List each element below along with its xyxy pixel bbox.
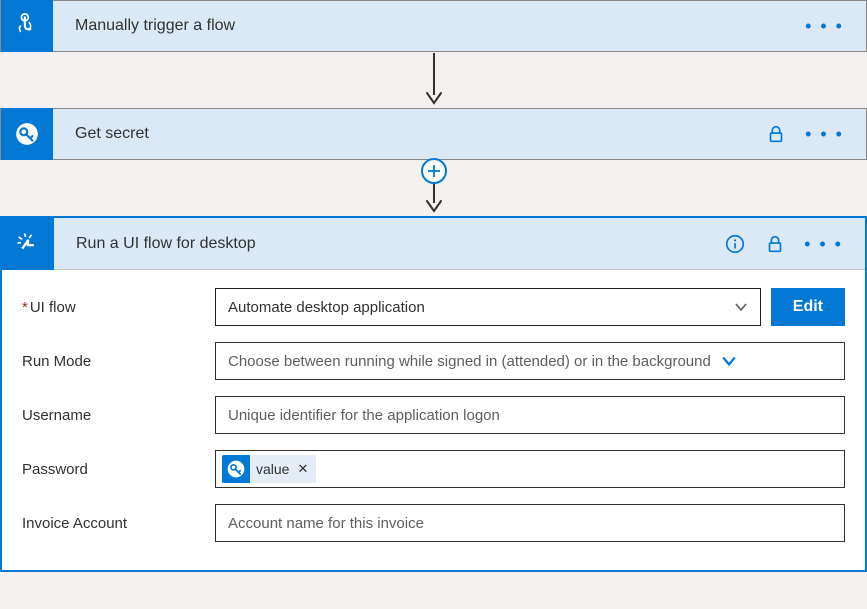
ui-flow-icon xyxy=(2,218,54,270)
info-icon[interactable] xyxy=(724,233,746,255)
step-run-ui-flow-card: Run a UI flow for desktop • • • xyxy=(0,216,867,572)
trigger-icon xyxy=(1,0,53,52)
keyvault-icon xyxy=(1,108,53,160)
add-step-button[interactable] xyxy=(421,158,447,184)
step-trigger-card[interactable]: Manually trigger a flow • • • xyxy=(0,0,867,52)
token-remove-icon[interactable]: ✕ xyxy=(297,461,308,477)
password-input[interactable]: value ✕ xyxy=(215,450,845,488)
connector-2 xyxy=(0,160,867,216)
step-trigger-more-icon[interactable]: • • • xyxy=(805,17,844,35)
edit-button[interactable]: Edit xyxy=(771,288,845,326)
lock-icon[interactable] xyxy=(764,233,786,255)
invoice-account-input[interactable]: Account name for this invoice xyxy=(215,504,845,542)
chevron-down-icon xyxy=(734,300,748,314)
step-trigger-title: Manually trigger a flow xyxy=(53,17,805,35)
run-mode-select[interactable]: Choose between running while signed in (… xyxy=(215,342,845,380)
username-input[interactable]: Unique identifier for the application lo… xyxy=(215,396,845,434)
step-run-ui-flow-header[interactable]: Run a UI flow for desktop • • • xyxy=(2,218,865,270)
run-mode-placeholder: Choose between running while signed in (… xyxy=(228,353,711,370)
step-get-secret-card[interactable]: Get secret • • • xyxy=(0,108,867,160)
keyvault-icon xyxy=(222,455,250,483)
step-run-ui-flow-more-icon[interactable]: • • • xyxy=(804,235,843,253)
username-placeholder: Unique identifier for the application lo… xyxy=(228,407,500,424)
step-get-secret-title: Get secret xyxy=(53,125,765,143)
secret-value-token[interactable]: value ✕ xyxy=(222,455,316,483)
run-mode-label: Run Mode xyxy=(22,353,215,370)
invoice-account-label: Invoice Account xyxy=(22,515,215,532)
ui-flow-value: Automate desktop application xyxy=(228,299,425,316)
step-run-ui-flow-title: Run a UI flow for desktop xyxy=(54,235,724,253)
chevron-down-icon xyxy=(721,353,737,369)
step-get-secret-more-icon[interactable]: • • • xyxy=(805,125,844,143)
connector-1 xyxy=(0,52,867,108)
ui-flow-select[interactable]: Automate desktop application xyxy=(215,288,761,326)
username-label: Username xyxy=(22,407,215,424)
invoice-account-placeholder: Account name for this invoice xyxy=(228,515,424,532)
ui-flow-label: *UI flow xyxy=(22,299,215,316)
password-label: Password xyxy=(22,461,215,478)
token-label: value xyxy=(256,461,289,477)
lock-icon[interactable] xyxy=(765,123,787,145)
